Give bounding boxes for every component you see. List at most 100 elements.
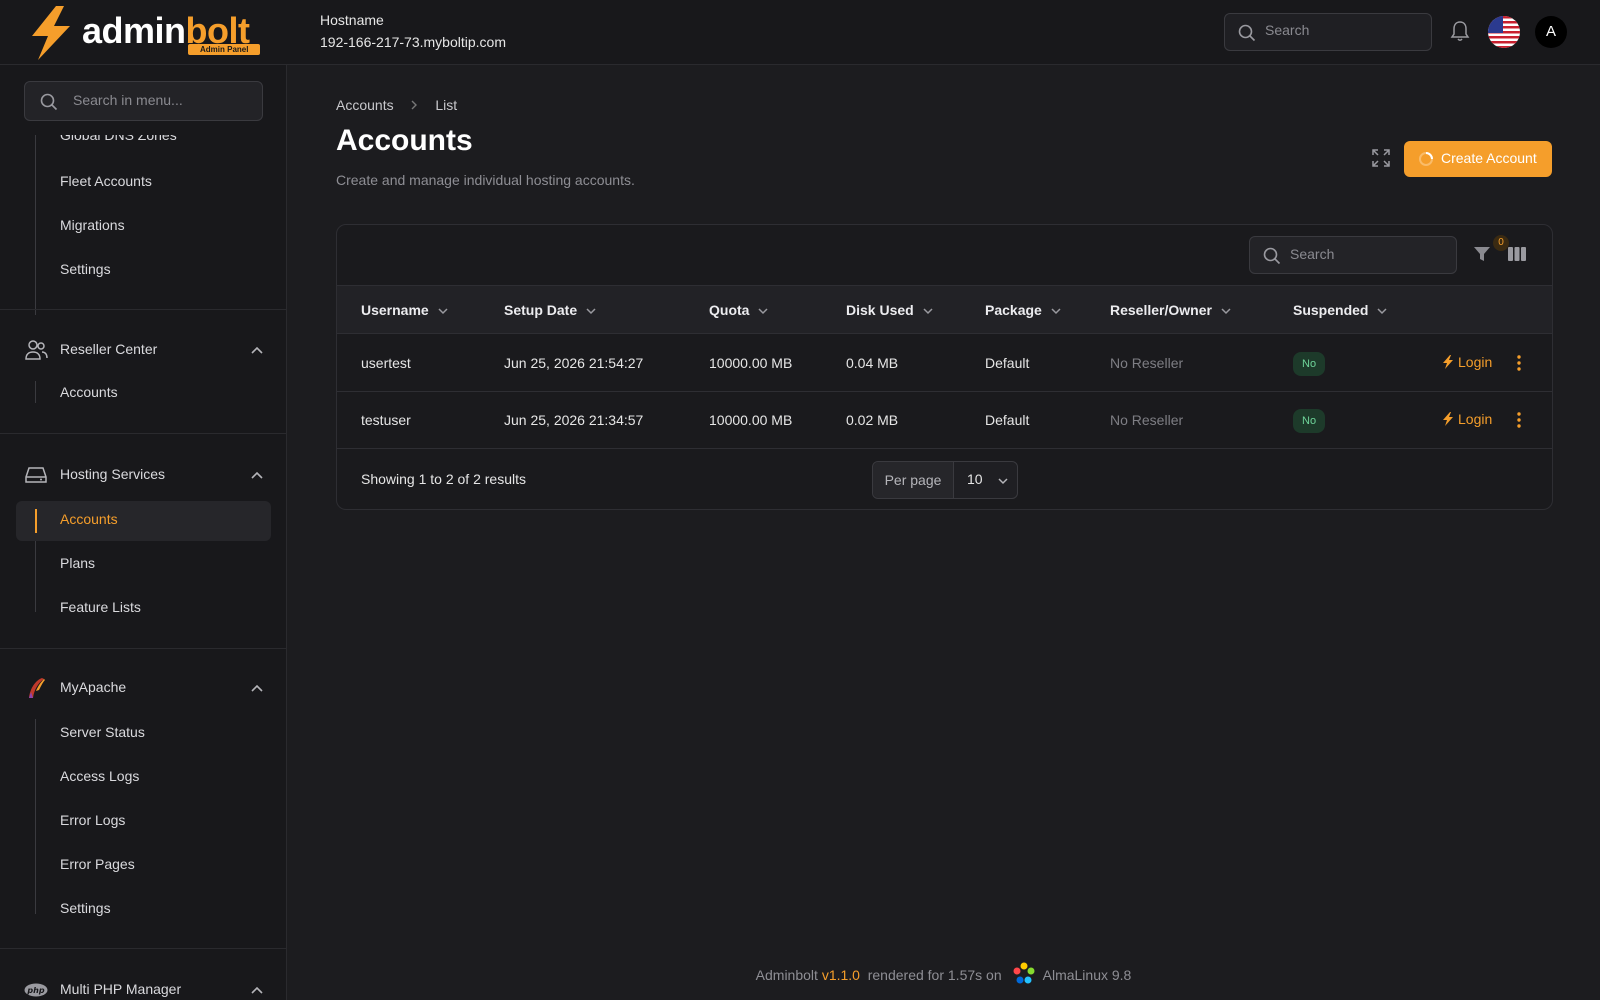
cell-disk-used: 0.02 MB	[846, 412, 899, 428]
chevron-down-icon	[923, 308, 933, 315]
sidebar-item-reseller-accounts[interactable]: Accounts	[60, 384, 118, 400]
cell-setup-date: Jun 25, 2026 21:34:57	[504, 412, 644, 428]
sidebar-group-myapache[interactable]: MyApache	[24, 676, 264, 700]
global-search-input[interactable]	[1265, 22, 1415, 38]
cell-setup-date: Jun 25, 2026 21:54:27	[504, 355, 644, 371]
cell-quota: 10000.00 MB	[709, 412, 793, 428]
chevron-up-icon	[251, 986, 263, 994]
chevron-up-icon	[251, 471, 263, 479]
menu-search[interactable]	[24, 81, 263, 121]
server-drive-icon	[25, 467, 47, 483]
cell-quota: 10000.00 MB	[709, 355, 793, 371]
table-search[interactable]	[1249, 236, 1457, 274]
bell-icon[interactable]	[1450, 20, 1470, 42]
search-icon	[1238, 24, 1256, 42]
sidebar-group-reseller-center[interactable]: Reseller Center	[24, 338, 264, 362]
sidebar-item-error-pages[interactable]: Error Pages	[60, 856, 135, 872]
bolt-icon	[1443, 355, 1453, 369]
chevron-down-icon	[1051, 308, 1061, 315]
create-account-button[interactable]: Create Account	[1404, 141, 1552, 177]
column-username[interactable]: Username	[361, 302, 449, 318]
cell-disk-used: 0.04 MB	[846, 355, 899, 371]
filter-count-badge: 0	[1493, 235, 1509, 251]
breadcrumb-accounts[interactable]: Accounts	[336, 97, 394, 113]
sidebar-group-label: Reseller Center	[60, 341, 158, 357]
sidebar-item-migrations[interactable]: Migrations	[60, 217, 125, 233]
loading-spinner-icon	[1419, 152, 1433, 166]
page-title: Accounts	[336, 124, 473, 157]
hostname-label: Hostname	[320, 12, 384, 28]
global-search[interactable]	[1224, 13, 1432, 51]
filter-icon[interactable]	[1473, 245, 1491, 263]
cell-reseller: No Reseller	[1110, 355, 1184, 371]
sidebar-item-fleet-accounts[interactable]: Fleet Accounts	[60, 173, 152, 189]
cell-username: usertest	[361, 355, 411, 371]
column-suspended[interactable]: Suspended	[1293, 302, 1388, 318]
sidebar-group-hosting-services[interactable]: Hosting Services	[24, 463, 264, 487]
page-subtitle: Create and manage individual hosting acc…	[336, 172, 635, 188]
chevron-down-icon	[758, 308, 768, 315]
chevron-down-icon	[438, 308, 448, 315]
breadcrumb: Accounts List	[336, 97, 457, 113]
sidebar-item-feature-lists[interactable]: Feature Lists	[60, 599, 141, 615]
version-link[interactable]: v1.1.0	[822, 967, 860, 983]
table-row[interactable]: testuser Jun 25, 2026 21:34:57 10000.00 …	[337, 392, 1552, 449]
columns-icon[interactable]	[1508, 246, 1526, 262]
column-setup-date[interactable]: Setup Date	[504, 302, 597, 318]
more-options-icon[interactable]	[1517, 412, 1521, 428]
sidebar-item-error-logs[interactable]: Error Logs	[60, 812, 125, 828]
page-footer: Adminbolt v1.1.0 rendered for 1.57s on A…	[0, 961, 1600, 985]
hostname-block: Hostname 192-166-217-73.myboltip.com	[320, 12, 506, 50]
sidebar-item-access-logs[interactable]: Access Logs	[60, 768, 139, 784]
chevron-down-icon	[586, 308, 596, 315]
hostname-value: 192-166-217-73.myboltip.com	[320, 34, 506, 50]
users-icon	[25, 340, 48, 360]
almalinux-icon	[1013, 962, 1034, 984]
sidebar-group-label: Hosting Services	[60, 466, 166, 482]
expand-icon[interactable]	[1372, 149, 1390, 167]
top-bar: adminbolt Admin Panel Hostname 192-166-2…	[0, 0, 1600, 65]
sidebar-item-apache-settings[interactable]: Settings	[60, 900, 111, 916]
cell-package: Default	[985, 412, 1030, 428]
sidebar-item-hosting-accounts[interactable]: Accounts	[60, 511, 118, 527]
breadcrumb-list: List	[435, 97, 458, 113]
status-badge: No	[1293, 409, 1326, 433]
results-summary: Showing 1 to 2 of 2 results	[361, 471, 526, 487]
table-row[interactable]: usertest Jun 25, 2026 21:54:27 10000.00 …	[337, 335, 1552, 392]
column-reseller-owner[interactable]: Reseller/Owner	[1110, 302, 1232, 318]
cell-package: Default	[985, 355, 1030, 371]
search-icon	[40, 93, 58, 111]
svg-text:php: php	[26, 986, 44, 995]
menu-search-input[interactable]	[73, 92, 243, 108]
column-package[interactable]: Package	[985, 302, 1062, 318]
per-page-label: Per page	[873, 462, 954, 498]
cell-username: testuser	[361, 412, 411, 428]
more-options-icon[interactable]	[1517, 355, 1521, 371]
sidebar-item-plans[interactable]: Plans	[60, 555, 95, 571]
chevron-down-icon	[1221, 308, 1231, 315]
table-header: Username Setup Date Quota Disk Used Pack…	[337, 285, 1552, 334]
avatar[interactable]: A	[1535, 16, 1567, 48]
table-search-input[interactable]	[1290, 246, 1440, 262]
sidebar: Global DNS Zones Fleet Accounts Migratio…	[0, 65, 287, 1000]
us-flag-icon[interactable]	[1488, 16, 1520, 48]
sidebar-item-settings[interactable]: Settings	[60, 261, 111, 277]
logo[interactable]: adminbolt Admin Panel	[28, 6, 268, 60]
search-icon	[1263, 247, 1281, 265]
column-disk-used[interactable]: Disk Used	[846, 302, 934, 318]
chevron-right-icon	[411, 100, 418, 110]
login-button[interactable]: Login	[1442, 411, 1492, 427]
logo-badge: Admin Panel	[188, 44, 261, 55]
accounts-table-panel: 0 Username Setup Date Quota Disk Used Pa…	[336, 224, 1553, 510]
per-page-value: 10	[967, 471, 983, 487]
per-page-select[interactable]: Per page 10	[872, 461, 1018, 499]
chevron-up-icon	[251, 684, 263, 692]
sidebar-item-server-status[interactable]: Server Status	[60, 724, 145, 740]
login-button[interactable]: Login	[1442, 354, 1492, 370]
table-footer: Showing 1 to 2 of 2 results Per page 10	[337, 449, 1552, 509]
cell-reseller: No Reseller	[1110, 412, 1184, 428]
bolt-logo-icon	[32, 6, 70, 60]
chevron-down-icon	[1377, 308, 1387, 315]
column-quota[interactable]: Quota	[709, 302, 769, 318]
chevron-down-icon	[998, 478, 1008, 485]
